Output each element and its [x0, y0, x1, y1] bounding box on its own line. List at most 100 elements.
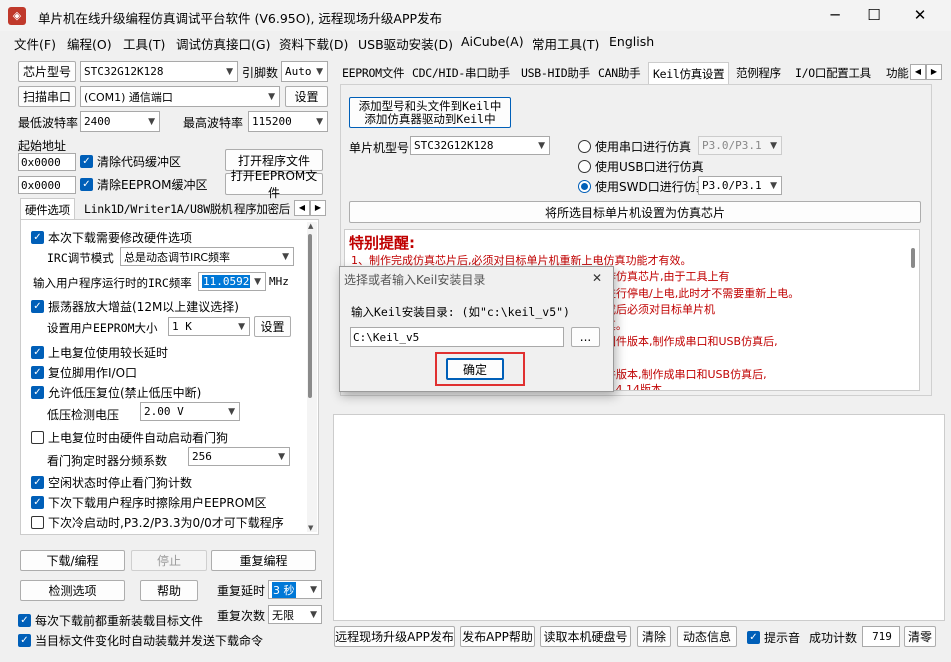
sim-serial-label: 使用串口进行仿真 — [595, 140, 692, 154]
reset-count-button[interactable]: 清零 — [904, 626, 936, 647]
output-log[interactable] — [333, 414, 945, 621]
chevron-down-icon: ▼ — [316, 66, 323, 77]
reload-each-checkbox[interactable]: ✓ 每次下载前都重新装载目标文件 — [18, 612, 203, 629]
auto-reload-checkbox[interactable]: ✓ 当目标文件变化时自动装载并发送下载命令 — [18, 632, 263, 649]
stop-button[interactable]: 停止 — [131, 550, 207, 571]
help-button[interactable]: 帮助 — [140, 580, 198, 601]
browse-button[interactable]: ... — [571, 327, 600, 347]
sim-usb-label: 使用USB口进行仿真 — [595, 160, 704, 174]
tab-scroll-right-icon[interactable]: ▶ — [926, 64, 942, 80]
add-to-keil-button[interactable]: 添加型号和头文件到Keil中 添加仿真器驱动到Keil中 — [349, 97, 511, 128]
tab-cdc-serial[interactable]: CDC/HID-串口助手 — [408, 62, 514, 84]
menu-english[interactable]: English — [609, 34, 654, 49]
dialog-close-icon[interactable]: ✕ — [592, 271, 602, 285]
reset-pin-io-checkbox[interactable]: ✓ 复位脚用作I/O口 — [31, 364, 137, 381]
wdt-auto-checkbox[interactable]: 上电复位时由硬件自动启动看门狗 — [31, 429, 228, 446]
download-program-button[interactable]: 下载/编程 — [20, 550, 125, 571]
tab-can[interactable]: CAN助手 — [594, 62, 644, 84]
tab-eeprom-file[interactable]: EEPROM文件 — [338, 62, 408, 84]
scan-port-button[interactable]: 扫描串口 — [18, 86, 76, 107]
auto-reload-label: 当目标文件变化时自动装载并发送下载命令 — [35, 634, 264, 648]
clear-eeprom-checkbox[interactable]: ✓ 清除EEPROM缓冲区 — [80, 176, 208, 193]
warning-line: 固件版本,制作成串口和USB仿真后, — [605, 335, 778, 348]
chevron-down-icon: ▼ — [282, 251, 289, 262]
eeprom-size-set-button[interactable]: 设置 — [254, 316, 291, 337]
add-to-keil-line1: 添加型号和头文件到Keil中 — [358, 98, 502, 113]
reconfig-checkbox[interactable]: ✓ 本次下载需要修改硬件选项 — [31, 229, 192, 246]
irc-mode-select[interactable]: 总是动态调节IRC频率 ▼ — [120, 247, 294, 266]
set-sim-chip-button[interactable]: 将所选目标单片机设置为仿真芯片 — [349, 201, 921, 223]
scroll-up-icon[interactable]: ▲ — [308, 222, 313, 230]
options-scrollbar[interactable]: ▲ ▼ — [307, 222, 317, 532]
osc-gain-checkbox[interactable]: ✓ 振荡器放大增益(12M以上建议选择) — [31, 298, 239, 315]
min-baud-select[interactable]: 2400 ▼ — [80, 111, 160, 132]
sim-swd-radio[interactable]: 使用SWD口进行仿真 — [578, 178, 708, 195]
sim-usb-radio[interactable]: 使用USB口进行仿真 — [578, 158, 704, 175]
port-settings-button[interactable]: 设置 — [285, 86, 328, 107]
eeprom-size-select[interactable]: 1 K ▼ — [168, 317, 250, 336]
cold-boot-checkbox[interactable]: 下次冷启动时,P3.2/P3.3为0/0才可下载程序 — [31, 514, 284, 531]
sim-swd-label: 使用SWD口进行仿真 — [595, 180, 708, 194]
scroll-down-icon[interactable]: ▼ — [308, 524, 313, 532]
port-select[interactable]: (COM1) 通信端口 ▼ — [80, 86, 280, 107]
beep-checkbox[interactable]: ✓ 提示音 — [747, 629, 800, 646]
open-eeprom-button[interactable]: 打开EEPROM文件 — [225, 169, 323, 200]
keil-path-input[interactable]: C:\Keil_v5 — [350, 327, 564, 347]
check-icon: ✓ — [747, 631, 760, 644]
menu-debug[interactable]: 调试仿真接口(G) — [176, 34, 270, 53]
menu-aicube[interactable]: AiCube(A) — [461, 34, 524, 49]
menu-common-tools[interactable]: 常用工具(T) — [532, 34, 599, 53]
reload-each-label: 每次下载前都重新装载目标文件 — [35, 614, 204, 628]
clear-code-checkbox[interactable]: ✓ 清除代码缓冲区 — [80, 153, 181, 170]
publish-app-help-button[interactable]: 发布APP帮助 — [460, 626, 535, 647]
tab-scroll-left-icon[interactable]: ◀ — [910, 64, 926, 80]
long-delay-checkbox[interactable]: ✓ 上电复位使用较长延时 — [31, 344, 168, 361]
repeat-count-select[interactable]: 无限 ▼ — [268, 605, 322, 624]
tab-more[interactable]: 功能 — [882, 62, 912, 84]
remote-upgrade-button[interactable]: 远程现场升级APP发布 — [334, 626, 455, 647]
menu-file[interactable]: 文件(F) — [14, 34, 56, 53]
irc-frequency-select[interactable]: 11.0592 ▼ — [198, 272, 266, 291]
chip-type-select[interactable]: STC32G12K128 ▼ — [80, 61, 238, 82]
read-hdd-button[interactable]: 读取本机硬盘号 — [540, 626, 631, 647]
menu-tools[interactable]: 工具(T) — [123, 34, 165, 53]
irc-frequency-label: 输入用户程序运行时的IRC频率 — [33, 276, 192, 290]
maximize-button[interactable]: ☐ — [851, 0, 897, 31]
erase-eeprom-checkbox[interactable]: ✓ 下次下载用户程序时擦除用户EEPROM区 — [31, 494, 267, 511]
tab-scroll-right-icon[interactable]: ▶ — [310, 200, 326, 216]
warning-scrollbar-thumb[interactable] — [911, 248, 915, 268]
sim-serial-radio[interactable]: 使用串口进行仿真 — [578, 138, 691, 155]
lvr-checkbox[interactable]: ✓ 允许低压复位(禁止低压中断) — [31, 384, 201, 401]
tab-link1d[interactable]: Link1D/Writer1A/U8W脱机 — [80, 198, 236, 220]
ok-button[interactable]: 确定 — [446, 358, 504, 380]
chip-type-button[interactable]: 芯片型号 — [18, 61, 76, 82]
tab-encryption[interactable]: 程序加密后 — [230, 198, 294, 220]
max-baud-select[interactable]: 115200 ▼ — [248, 111, 328, 132]
eeprom-address-input[interactable]: 0x0000 — [18, 176, 76, 194]
scrollbar-thumb[interactable] — [308, 234, 312, 398]
wdt-divider-select[interactable]: 256 ▼ — [188, 447, 290, 466]
close-button[interactable]: ✕ — [897, 0, 943, 31]
tab-keil-settings[interactable]: Keil仿真设置 — [648, 62, 730, 84]
mcu-model-select[interactable]: STC32G12K128 ▼ — [410, 136, 550, 155]
lvd-select[interactable]: 2.00 V ▼ — [140, 402, 240, 421]
clear-log-button[interactable]: 清除 — [637, 626, 671, 647]
repeat-program-button[interactable]: 重复编程 — [211, 550, 316, 571]
pins-select[interactable]: Auto ▼ — [281, 61, 328, 82]
repeat-delay-select[interactable]: 3 秒 ▼ — [268, 580, 322, 599]
tab-io-config[interactable]: I/O口配置工具 — [791, 62, 875, 84]
detect-options-button[interactable]: 检测选项 — [20, 580, 125, 601]
dynamic-info-button[interactable]: 动态信息 — [677, 626, 737, 647]
tab-usb-hid[interactable]: USB-HID助手 — [517, 62, 594, 84]
tab-examples[interactable]: 范例程序 — [732, 62, 785, 84]
menu-program[interactable]: 编程(O) — [67, 34, 112, 53]
tab-scroll-left-icon[interactable]: ◀ — [294, 200, 310, 216]
menu-download[interactable]: 资料下载(D) — [279, 34, 348, 53]
idle-wdt-checkbox[interactable]: ✓ 空闲状态时停止看门狗计数 — [31, 474, 192, 491]
code-address-input[interactable]: 0x0000 — [18, 153, 76, 171]
menu-usb-driver[interactable]: USB驱动安装(D) — [358, 34, 453, 53]
sim-swd-port-select[interactable]: P3.0/P3.1 ▼ — [698, 176, 782, 195]
check-icon: ✓ — [31, 386, 44, 399]
tab-hardware-options[interactable]: 硬件选项 — [20, 198, 75, 220]
max-baud-value: 115200 — [252, 115, 292, 128]
